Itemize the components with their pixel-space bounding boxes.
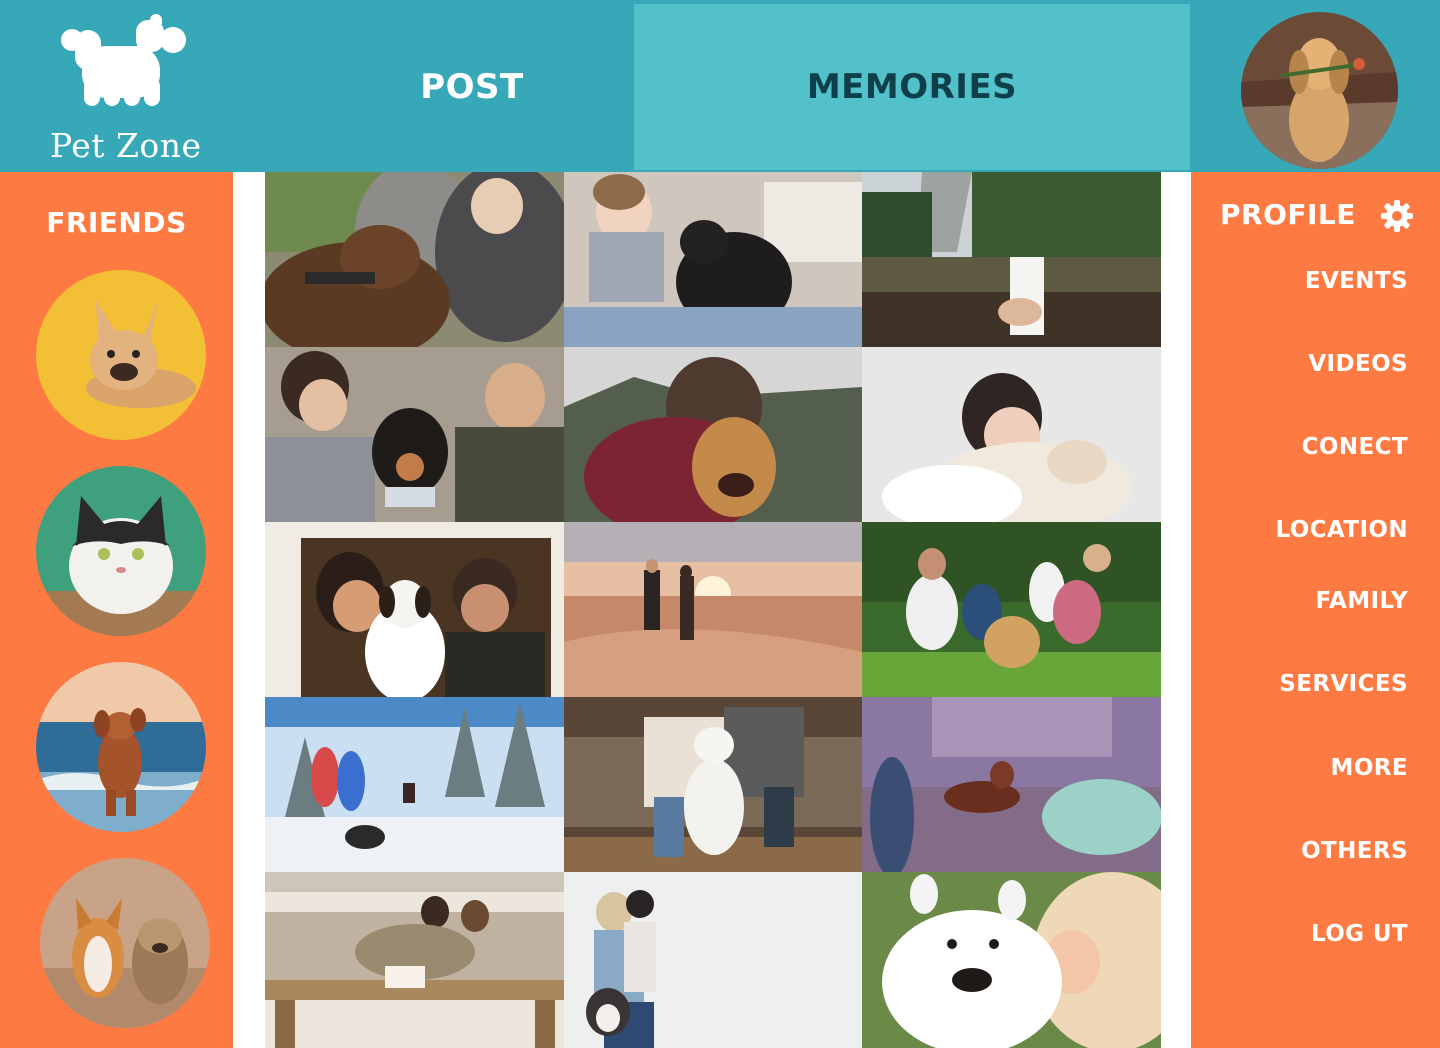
user-avatar-dog-with-rose [1241, 12, 1398, 169]
woman-sleeping-on-white-dog-photo [862, 347, 1161, 522]
dog-silhouette-icon [61, 14, 186, 106]
corgi-and-terrier-avatar [40, 858, 210, 1028]
friends-title: FRIENDS [46, 206, 187, 239]
woman-with-samoyed-photo [862, 872, 1161, 1048]
woman-with-child-and-husky-photo [564, 872, 862, 1048]
memory-photo[interactable] [265, 872, 564, 1048]
menu-item-services[interactable]: SERVICES [1279, 671, 1408, 697]
menu-item-videos[interactable]: VIDEOS [1308, 351, 1408, 377]
memory-photo[interactable] [862, 697, 1161, 872]
couple-with-brown-dog-photo [265, 172, 564, 347]
memory-photo[interactable] [862, 522, 1161, 697]
tab-post[interactable]: POST [312, 4, 632, 170]
friend-avatar[interactable] [40, 858, 210, 1028]
menu-item-events[interactable]: EVENTS [1305, 268, 1408, 294]
couple-with-dog-in-window-photo [265, 522, 564, 697]
menu-item-others[interactable]: OTHERS [1301, 838, 1408, 864]
water-carton-lake-photo [862, 172, 1161, 347]
memory-photo[interactable] [265, 347, 564, 522]
tab-memories[interactable]: MEMORIES [634, 4, 1190, 170]
profile-sidebar: PROFILE EVENTS VIDEOS CONECT LOCATION FA… [1191, 172, 1440, 1048]
couple-in-snow-with-dog-photo [265, 697, 564, 872]
profile-title[interactable]: PROFILE [1220, 198, 1356, 231]
memory-photo[interactable] [564, 522, 862, 697]
memory-photo[interactable] [564, 347, 862, 522]
menu-item-log-out[interactable]: LOG UT [1311, 921, 1408, 947]
cat-on-coffee-table-photo [265, 872, 564, 1048]
dog-running-beach-avatar [36, 662, 206, 832]
girl-with-black-cat-photo [564, 172, 862, 347]
chihuahua-on-couch-photo [862, 697, 1161, 872]
family-with-golden-retriever-photo [862, 522, 1161, 697]
memory-photo[interactable] [862, 872, 1161, 1048]
friend-avatar[interactable] [36, 270, 206, 440]
memories-grid [265, 172, 1161, 1048]
cat-avatar [36, 466, 206, 636]
man-hugging-golden-retriever-photo [564, 347, 862, 522]
menu-item-conect[interactable]: CONECT [1302, 434, 1408, 460]
memory-photo[interactable] [564, 872, 862, 1048]
memory-photo[interactable] [564, 697, 862, 872]
french-bulldog-avatar [36, 270, 206, 440]
memory-photo[interactable] [862, 347, 1161, 522]
gear-icon[interactable] [1381, 200, 1413, 232]
couple-in-desert-at-sunset-photo [564, 522, 862, 697]
menu-item-location[interactable]: LOCATION [1275, 517, 1408, 543]
memory-photo[interactable] [564, 172, 862, 347]
pet-zone-logo[interactable]: Pet Zone [44, 14, 214, 165]
top-header: Pet Zone POST MEMORIES [0, 0, 1440, 172]
people-with-white-poodle-photo [564, 697, 862, 872]
menu-item-more[interactable]: MORE [1331, 755, 1408, 781]
couple-petting-dachshund-photo [265, 347, 564, 522]
friend-avatar[interactable] [36, 662, 206, 832]
user-avatar[interactable] [1241, 12, 1398, 169]
memory-photo[interactable] [265, 522, 564, 697]
menu-item-family[interactable]: FAMILY [1316, 588, 1408, 614]
memory-photo[interactable] [862, 172, 1161, 347]
friend-avatar[interactable] [36, 466, 206, 636]
memory-photo[interactable] [265, 172, 564, 347]
memory-photo[interactable] [265, 697, 564, 872]
app-name: Pet Zone [50, 126, 202, 165]
friends-sidebar: FRIENDS [0, 172, 233, 1048]
